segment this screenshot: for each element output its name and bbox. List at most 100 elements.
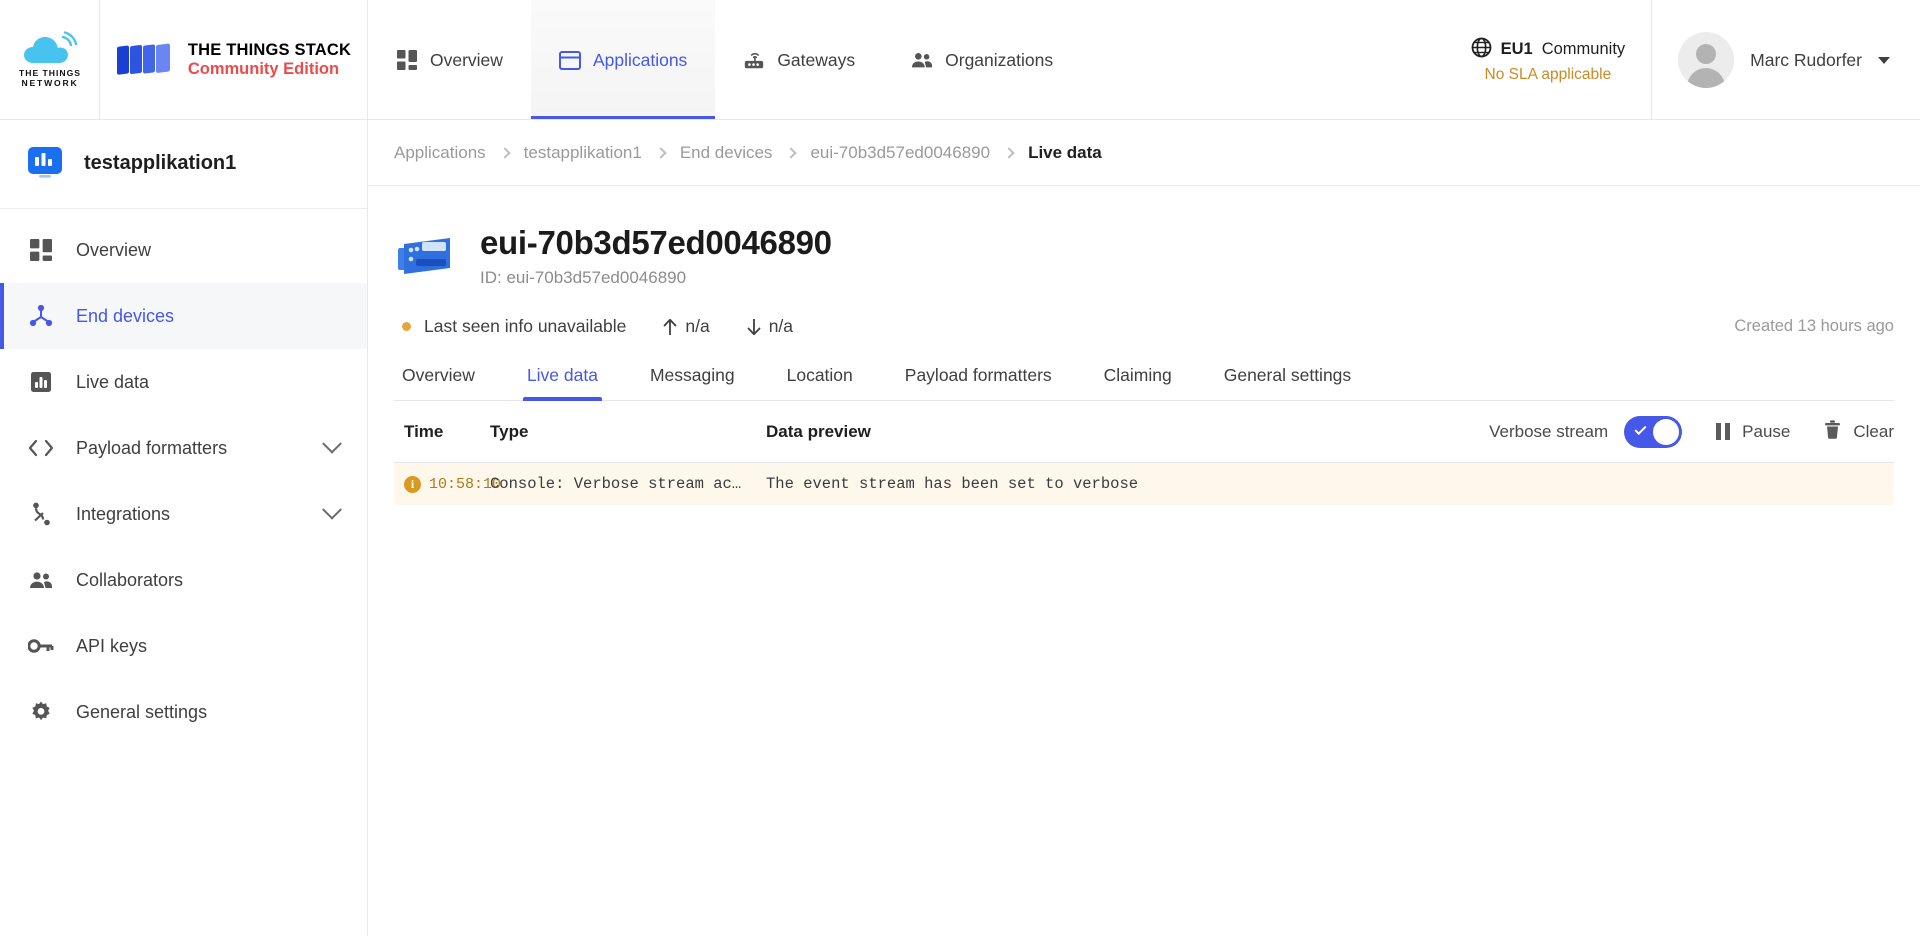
application-icon — [26, 144, 64, 182]
globe-icon — [1471, 37, 1492, 63]
code-icon — [28, 439, 54, 457]
integration-icon — [28, 502, 54, 526]
column-header-time: Time — [404, 421, 444, 441]
nav-item-overview[interactable]: Overview — [368, 0, 531, 120]
verbose-stream-toggle[interactable] — [1624, 415, 1683, 448]
nav-label-gateways: Gateways — [777, 49, 856, 70]
clear-label: Clear — [1853, 421, 1894, 441]
downlink-value: n/a — [768, 316, 794, 336]
cluster-sla: No SLA applicable — [1484, 65, 1612, 83]
user-menu[interactable]: Marc Rudorfer — [1651, 0, 1920, 120]
arrow-down-icon — [747, 318, 761, 335]
sidebar-label-integrations: Integrations — [76, 503, 171, 524]
grid-icon — [396, 50, 418, 70]
table-row[interactable]: i 10:58:10 Console: Verbose stream ac… T… — [394, 463, 1894, 505]
main-content: Applications testapplikation1 End device… — [368, 120, 1920, 936]
chevron-down-icon[interactable] — [322, 499, 342, 520]
page-body: eui-70b3d57ed0046890 ID: eui-70b3d57ed00… — [368, 186, 1920, 936]
topbar-divider — [0, 119, 1920, 120]
sidebar-label-api-collaborators: Collaborators — [76, 569, 184, 590]
sidebar-item-collaborators[interactable]: Collaborators — [0, 547, 367, 613]
nav-label-applications: Applications — [592, 49, 688, 70]
info-icon: i — [404, 475, 421, 493]
sidebar-item-general-settings[interactable]: General settings — [0, 679, 367, 745]
column-header-type: Type — [490, 421, 529, 441]
tab-live-data[interactable]: Live data — [501, 365, 624, 401]
cluster-region: EU1 — [1500, 40, 1533, 58]
tab-claiming[interactable]: Claiming — [1078, 365, 1198, 400]
sidebar-items: Overview End devices Live data Payload f… — [0, 209, 367, 745]
tab-overview[interactable]: Overview — [394, 365, 501, 400]
status-badge — [402, 322, 411, 331]
the-things-network-logo[interactable]: THE THINGS NETWORK — [0, 0, 100, 120]
event-type: Console: Verbose stream ac… — [490, 475, 742, 493]
chevron-right-icon — [785, 146, 798, 159]
arrow-up-icon — [663, 318, 677, 335]
key-icon — [28, 638, 54, 654]
event-time-cell: i 10:58:10 — [394, 475, 501, 493]
breadcrumb-item-applications[interactable]: Applications — [394, 143, 486, 163]
tab-location[interactable]: Location — [761, 365, 879, 400]
cluster-info[interactable]: EU1 Community No SLA applicable — [1445, 0, 1652, 120]
sidebar-item-api-keys[interactable]: API keys — [0, 613, 367, 679]
chevron-right-icon — [1003, 146, 1015, 159]
clear-button[interactable]: Clear — [1824, 419, 1894, 444]
breadcrumb-item-testapplikation1[interactable]: testapplikation1 — [524, 143, 642, 163]
chevron-down-icon[interactable] — [322, 433, 342, 454]
svg-text:NETWORK: NETWORK — [21, 78, 78, 88]
tab-general-settings[interactable]: General settings — [1198, 365, 1377, 400]
gear-icon — [28, 700, 54, 724]
chevron-right-icon — [499, 146, 511, 159]
avatar — [1678, 32, 1735, 88]
sidebar-item-end-devices[interactable]: End devices — [0, 283, 367, 349]
live-data-icon — [28, 371, 54, 393]
check-icon — [1634, 422, 1647, 435]
verbose-stream-label: Verbose stream — [1489, 421, 1609, 441]
sidebar-item-overview[interactable]: Overview — [0, 217, 367, 283]
sidebar-item-live-data[interactable]: Live data — [0, 349, 367, 415]
nav-label-overview: Overview — [430, 49, 503, 70]
breadcrumb-item-device[interactable]: eui-70b3d57ed0046890 — [810, 143, 990, 163]
people-icon — [28, 571, 54, 589]
sidebar-app-header[interactable]: testapplikation1 — [0, 120, 367, 209]
stack-title-line1: THE THINGS STACK — [187, 41, 352, 60]
tab-messaging[interactable]: Messaging — [624, 365, 761, 400]
nav-item-applications[interactable]: Applications — [530, 0, 716, 120]
sidebar: testapplikation1 Overview End devices Li — [0, 120, 368, 936]
body-wrapper: testapplikation1 Overview End devices Li — [0, 120, 1920, 936]
window-icon — [558, 50, 581, 70]
live-data-controls: Verbose stream Pause Clear — [1489, 415, 1894, 448]
breadcrumb-item-end-devices[interactable]: End devices — [680, 143, 773, 163]
created-text: Created 13 hours ago — [1734, 317, 1894, 335]
nav-item-gateways[interactable]: Gateways — [715, 0, 883, 120]
sidebar-label-end-devices: End devices — [76, 305, 175, 326]
live-data-table-header: Time Type Data preview Verbose stream Pa… — [394, 401, 1894, 463]
sidebar-label-api-keys: API keys — [76, 635, 148, 656]
breadcrumb-item-live-data: Live data — [1028, 142, 1102, 162]
main-navigation: Overview Applications Gateways Organizat… — [368, 0, 1081, 120]
grid-icon — [28, 239, 54, 261]
status-text: Last seen info unavailable — [424, 316, 627, 336]
sidebar-app-name: testapplikation1 — [84, 151, 237, 174]
sidebar-item-payload-formatters[interactable]: Payload formatters — [0, 415, 367, 481]
column-header-data-preview: Data preview — [766, 421, 871, 441]
pause-button[interactable]: Pause — [1716, 422, 1790, 442]
event-data-preview: The event stream has been set to verbose — [766, 475, 1139, 493]
breadcrumb: Applications testapplikation1 End device… — [368, 120, 1920, 186]
nav-item-organizations[interactable]: Organizations — [883, 0, 1081, 120]
top-bar: THE THINGS NETWORK THE THINGS STACK Comm… — [0, 0, 1920, 120]
end-device-icon — [28, 304, 54, 328]
svg-text:THE THINGS: THE THINGS — [19, 68, 81, 78]
tab-payload-formatters[interactable]: Payload formatters — [879, 365, 1078, 400]
trash-icon — [1824, 419, 1841, 444]
sidebar-label-live-data: Live data — [76, 371, 150, 392]
router-icon — [743, 50, 765, 70]
cluster-plan: Community — [1541, 40, 1626, 58]
nav-label-organizations: Organizations — [945, 49, 1054, 70]
device-status-row: Last seen info unavailable n/a n/a Creat… — [394, 288, 1894, 337]
the-things-stack-logo[interactable]: THE THINGS STACK Community Edition — [100, 0, 368, 120]
device-tabs: Overview Live data Messaging Location Pa… — [394, 365, 1894, 401]
downlink-stat: n/a — [746, 316, 793, 337]
sidebar-item-integrations[interactable]: Integrations — [0, 481, 367, 547]
